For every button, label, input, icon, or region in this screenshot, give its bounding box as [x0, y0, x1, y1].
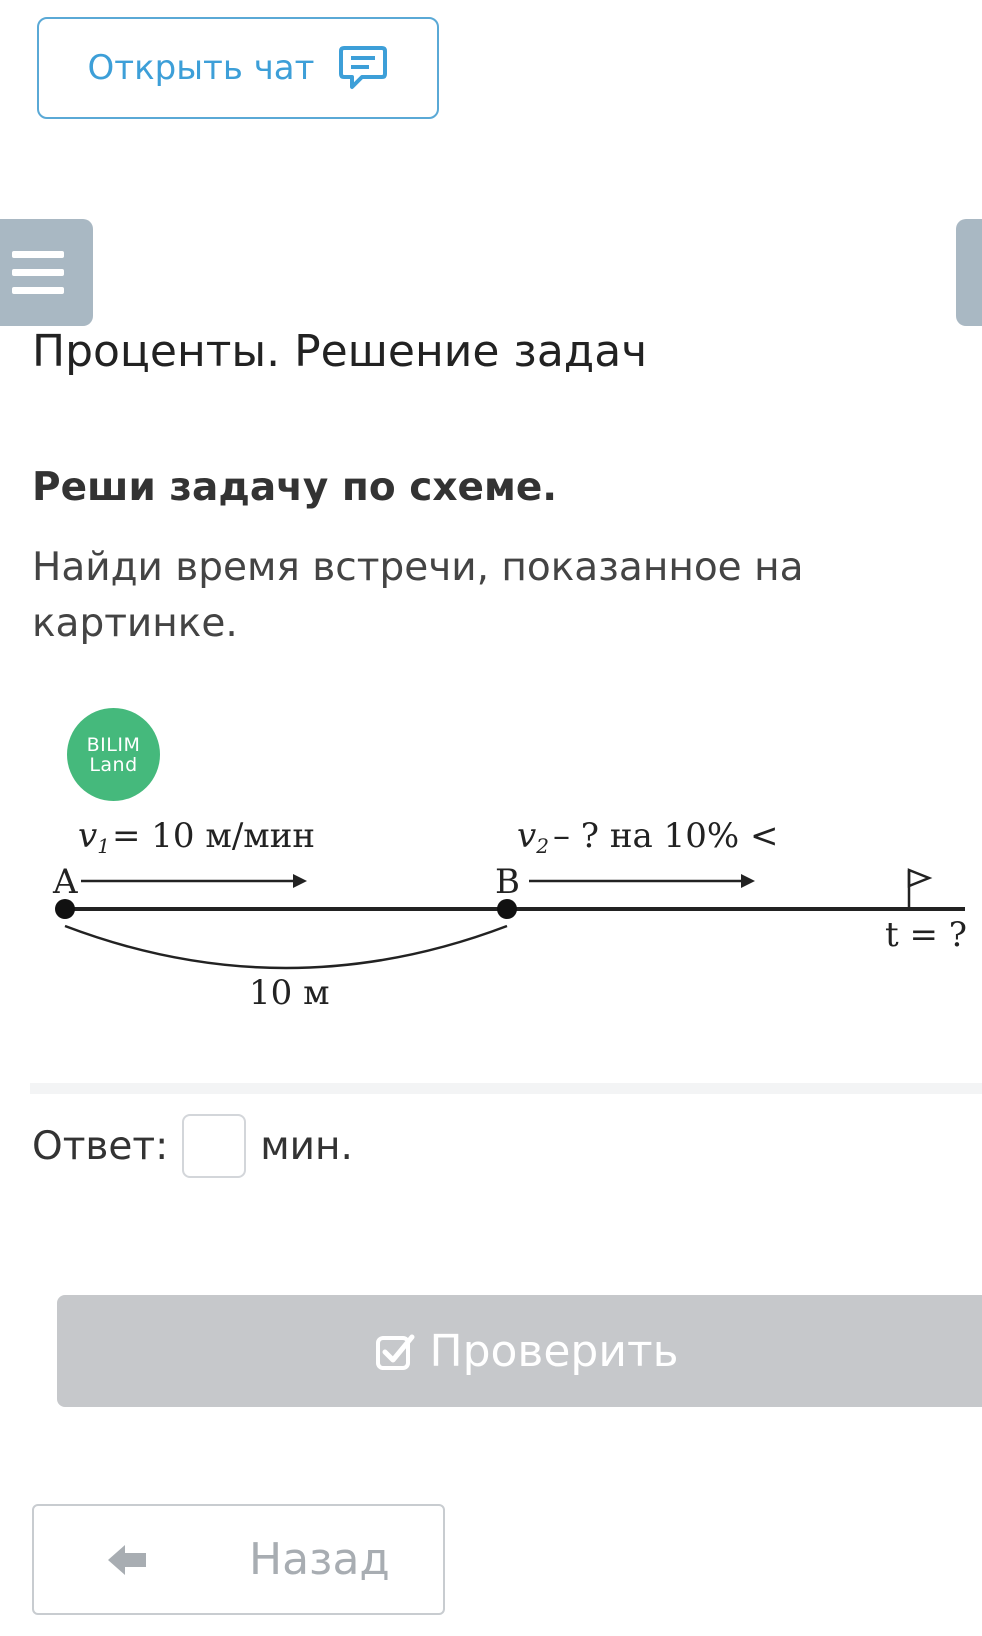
- arrow-left-icon: [108, 1545, 146, 1575]
- v2-symbol: v2: [517, 820, 549, 858]
- bilimland-logo: BILIM Land: [67, 708, 160, 801]
- time-label: t = ?: [885, 915, 967, 955]
- motion-diagram: v1 = 10 м/мин v2 – ? на 10% < A B 10 м t…: [52, 820, 967, 1013]
- answer-unit: мин.: [260, 1123, 353, 1169]
- answer-input[interactable]: [182, 1114, 247, 1178]
- v1-symbol: v1: [78, 820, 110, 858]
- point-a: [55, 899, 75, 919]
- back-button-label: Назад: [249, 1534, 390, 1585]
- check-button-label: Проверить: [429, 1325, 679, 1377]
- v2-label: – ? на 10% <: [553, 820, 778, 856]
- divider: [30, 1083, 982, 1094]
- hamburger-menu-icon[interactable]: [0, 219, 93, 326]
- chat-bubble-icon: [339, 46, 388, 89]
- v2-arrowhead: [741, 874, 755, 888]
- answer-row: Ответ: мин.: [32, 1114, 353, 1178]
- flag-icon: [907, 868, 933, 888]
- check-button[interactable]: Проверить: [57, 1295, 982, 1407]
- open-chat-button[interactable]: Открыть чат: [37, 17, 439, 119]
- logo-line-2: Land: [89, 753, 138, 776]
- back-button[interactable]: Назад: [32, 1504, 445, 1615]
- v1-label: = 10 м/мин: [112, 820, 315, 856]
- task-text: Найди время встречи, показанное на карти…: [32, 545, 804, 646]
- side-panel-tab[interactable]: [956, 219, 982, 326]
- open-chat-label: Открыть чат: [87, 48, 315, 88]
- point-b-label: B: [495, 862, 520, 902]
- point-a-label: A: [52, 862, 78, 902]
- check-square-icon: [376, 1334, 415, 1370]
- distance-label: 10 м: [249, 973, 330, 1013]
- task-heading: Реши задачу по схеме.: [32, 465, 558, 510]
- v1-arrowhead: [293, 874, 307, 888]
- logo-line-1: BILIM: [86, 733, 141, 756]
- point-b: [497, 899, 517, 919]
- distance-arc: [64, 924, 508, 970]
- answer-prefix: Ответ:: [32, 1123, 169, 1169]
- page-title: Проценты. Решение задач: [32, 326, 648, 377]
